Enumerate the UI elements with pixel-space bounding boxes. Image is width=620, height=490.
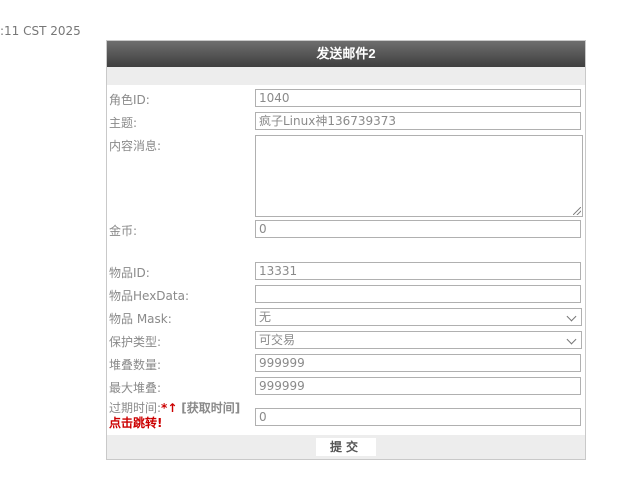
max-stack-label: 最大堆叠: (109, 381, 162, 395)
item-mask-label: 物品 Mask: (109, 312, 172, 326)
content-textarea[interactable] (255, 135, 583, 217)
role-id-label: 角色ID: (109, 93, 150, 107)
gold-input[interactable]: 0 (255, 220, 581, 238)
item-id-label: 物品ID: (109, 266, 150, 280)
form-title: 发送邮件2 (107, 41, 585, 67)
required-mark: *↑ (161, 401, 178, 415)
jump-link[interactable]: 点击跳转! (109, 416, 162, 430)
hex-data-input[interactable] (255, 285, 581, 303)
timestamp-text: :11 CST 2025 (0, 24, 81, 38)
protect-type-value: 可交易 (259, 333, 296, 347)
header-strip (107, 67, 585, 85)
stack-count-label: 堆叠数量: (109, 358, 162, 372)
form-footer: 提交 (107, 435, 585, 459)
subject-label: 主题: (109, 116, 138, 130)
expire-label-block: 过期时间:*↑ [获取时间] 点击跳转! (109, 401, 240, 431)
content-label: 内容消息: (109, 139, 162, 153)
send-mail-form: 发送邮件2 角色ID: 1040 主题: 疯子Linux神136739373 内… (106, 40, 586, 460)
role-id-input[interactable]: 1040 (255, 89, 581, 107)
hex-data-label: 物品HexData: (109, 289, 189, 303)
chevron-down-icon (566, 311, 577, 322)
protect-type-label: 保护类型: (109, 335, 162, 349)
stack-count-input[interactable]: 999999 (255, 354, 581, 372)
resize-handle-icon[interactable] (573, 207, 581, 215)
expire-label: 过期时间: (109, 401, 162, 415)
submit-button[interactable]: 提交 (316, 438, 376, 456)
item-mask-value: 无 (259, 310, 272, 324)
protect-type-select[interactable]: 可交易 (255, 331, 582, 349)
item-mask-select[interactable]: 无 (255, 308, 582, 326)
get-time-link[interactable]: [获取时间] (181, 401, 240, 415)
subject-input[interactable]: 疯子Linux神136739373 (255, 112, 581, 130)
item-id-input[interactable]: 13331 (255, 262, 581, 280)
max-stack-input[interactable]: 999999 (255, 377, 581, 395)
gold-label: 金币: (109, 224, 138, 238)
expire-input[interactable]: 0 (255, 408, 581, 426)
chevron-down-icon (566, 334, 577, 345)
